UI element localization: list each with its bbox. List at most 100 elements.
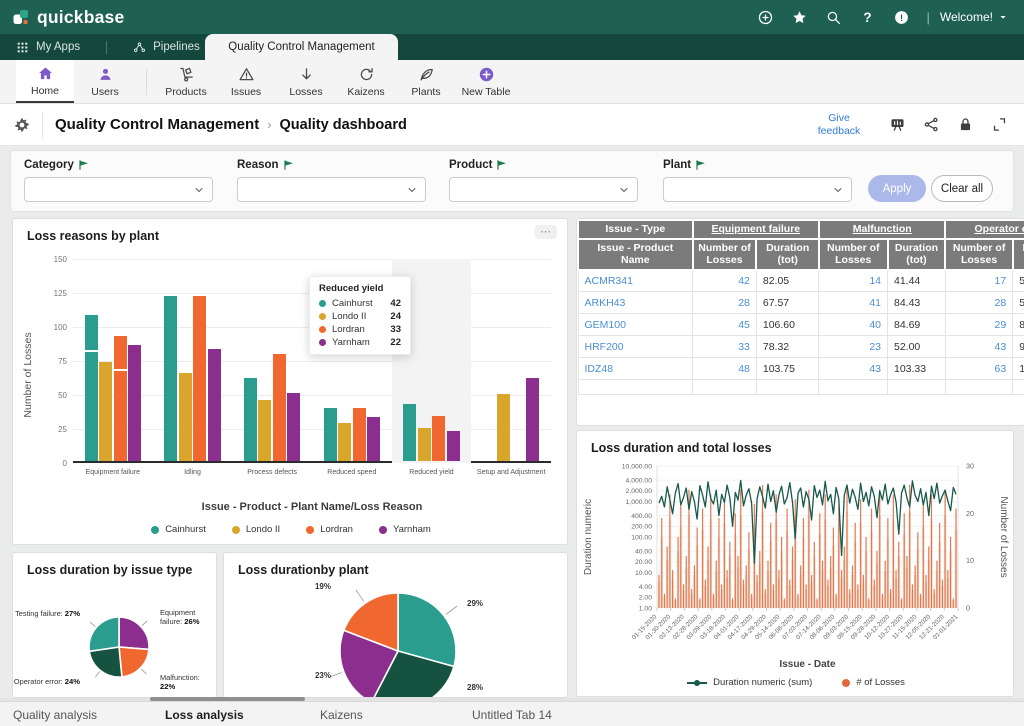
tooltip-value: 33 [390,324,401,335]
legend-dot [306,526,314,534]
bar-lordran[interactable] [273,354,286,461]
subcol-header: Number of Losses [819,239,888,270]
favorites-star-icon[interactable] [791,9,808,26]
apply-button[interactable]: Apply [868,175,926,202]
issues-icon [238,66,255,84]
duration-cell: 41.44 [888,270,946,292]
filter-reason-select[interactable] [237,177,426,202]
toolbar-item-issues[interactable]: Issues [217,60,275,103]
my-apps-button[interactable]: My Apps [16,41,80,54]
filter-reason: Reason [237,159,426,202]
svg-text:100.00: 100.00 [631,534,652,541]
pie-label-percent: 29% [467,599,483,608]
bar-cainhurst[interactable] [244,378,257,461]
product-link[interactable]: ARKH43 [578,292,693,314]
bar-yarnham[interactable] [128,345,141,461]
toolbar-item-label: Users [91,86,118,98]
toolbar-item-new-table[interactable]: New Table [457,60,515,103]
add-icon[interactable] [757,9,774,26]
dashboard-tab-untitled-tab-14[interactable]: Untitled Tab 14 [472,702,552,726]
group-header-operator-error[interactable]: Operator error [945,220,1024,239]
presentation-icon[interactable] [889,116,906,133]
bar-londo-ii[interactable] [338,423,351,461]
lock-icon[interactable] [957,116,974,133]
bar-lordran[interactable] [432,416,445,461]
notifications-icon[interactable]: ! [893,9,910,26]
bar-cainhurst[interactable] [403,404,416,461]
toolbar-item-products[interactable]: Products [157,60,215,103]
group-header-malfunction[interactable]: Malfunction [819,220,945,239]
legend-item-duration-numeric-sum-[interactable]: Duration numeric (sum) [687,677,812,688]
legend-item-yarnham[interactable]: Yarnham [379,524,431,535]
bar-lordran[interactable] [353,408,366,461]
filter-label-text: Plant [663,159,691,171]
bar-londo-ii[interactable] [179,373,192,461]
bar-yarnham[interactable] [367,417,380,461]
share-icon[interactable] [923,116,940,133]
breadcrumb-app-title[interactable]: Quality Control Management [55,116,259,133]
filter-product-select[interactable] [449,177,638,202]
settings-gear-icon[interactable] [14,117,30,133]
legend-item-cainhurst[interactable]: Cainhurst [151,524,206,535]
combo-chart-plot: 10,000.004,000.002,000.001,000.00400.002… [577,453,1014,675]
dashboard-tab-loss-analysis[interactable]: Loss analysis [165,702,244,726]
bar-yarnham[interactable] [208,349,221,461]
y-tick-label: 0 [37,459,67,468]
pipelines-button[interactable]: Pipelines [133,41,200,54]
legend-item-londo-ii[interactable]: Londo II [232,524,280,535]
product-link[interactable]: HRF200 [578,336,693,358]
dashboard-tab-quality-analysis[interactable]: Quality analysis [13,702,97,726]
legend-label: Londo II [246,524,280,535]
product-link[interactable]: GEM100 [578,314,693,336]
bar-cainhurst[interactable] [324,408,337,461]
quickbase-logo[interactable]: quickbase [12,7,124,28]
legend-dot [379,526,387,534]
bar-lordran[interactable] [193,296,206,461]
table-row: IDZ4848103.7543103.3363157.55 [578,358,1024,380]
chart-tooltip: Reduced yield Cainhurst42Londo II24Lordr… [309,276,411,355]
losses-cell: 29 [945,314,1012,336]
legend-item-lordran[interactable]: Lordran [306,524,353,535]
bar-group-idling [153,257,233,461]
product-link[interactable]: ACMR341 [578,270,693,292]
give-feedback-link[interactable]: Give feedback [806,112,872,137]
bar-londo-ii[interactable] [497,394,510,461]
clear-all-button[interactable]: Clear all [931,175,993,202]
help-icon[interactable]: ? [859,9,876,26]
filter-plant-select[interactable] [663,177,852,202]
tooltip-dot [319,313,326,320]
bar-londo-ii[interactable] [258,400,271,461]
toolbar-item-kaizens[interactable]: Kaizens [337,60,395,103]
bar-cainhurst[interactable] [85,315,98,461]
fullscreen-icon[interactable] [991,116,1008,133]
group-header-equipment-failure[interactable]: Equipment failure [693,220,819,239]
chart-menu-icon[interactable]: ⋯ [535,225,557,239]
bar-yarnham[interactable] [526,378,539,461]
search-icon[interactable] [825,9,842,26]
svg-text:40.00: 40.00 [635,548,652,555]
bar-yarnham[interactable] [287,393,300,461]
toolbar-item-losses[interactable]: Losses [277,60,335,103]
app-tab-quality-control-management[interactable]: Quality Control Management [205,34,398,60]
table-corner-header: Issue - Type [578,220,693,239]
issue-summary-table-panel: Issue - TypeEquipment failureMalfunction… [576,218,1024,426]
row-header: Issue - Product Name [578,239,693,270]
filter-label: Product [449,159,638,171]
legend-item--of-losses[interactable]: # of Losses [842,677,905,688]
filter-category-select[interactable] [24,177,213,202]
user-menu[interactable]: Welcome! [940,10,1008,24]
bar-londo-ii[interactable] [418,428,431,461]
bar-cainhurst[interactable] [164,296,177,461]
x-category-label: Idling [153,469,233,476]
bar-yarnham[interactable] [447,431,460,461]
toolbar-item-home[interactable]: Home [16,60,74,103]
dashboard-tab-kaizens[interactable]: Kaizens [320,702,363,726]
bar-londo-ii[interactable] [99,362,112,461]
toolbar-item-plants[interactable]: Plants [397,60,455,103]
toolbar-item-label: Issues [231,86,261,98]
product-link[interactable]: IDZ48 [578,358,693,380]
legend-dot [151,526,159,534]
toolbar-item-users[interactable]: Users [76,60,134,103]
bar-lordran[interactable] [114,336,127,461]
bar-segment-divider [85,350,98,352]
